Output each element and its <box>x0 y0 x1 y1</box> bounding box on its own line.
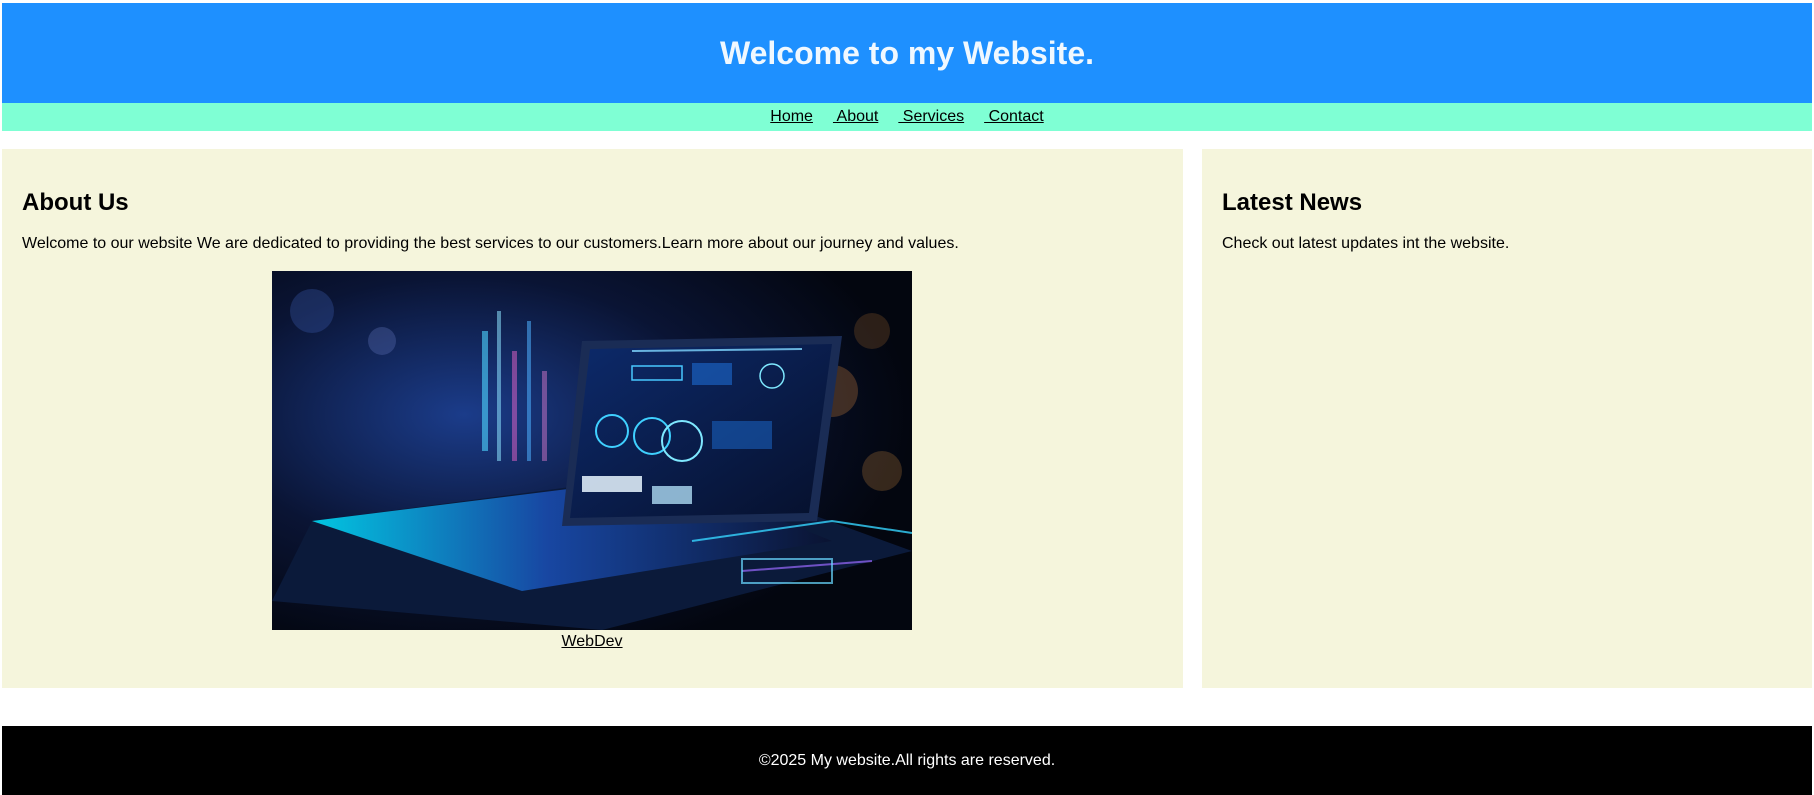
news-heading: Latest News <box>1222 189 1363 216</box>
site-header: Welcome to my Website. <box>2 3 1812 103</box>
about-section: About Us Welcome to our website We are d… <box>2 149 1183 688</box>
main-nav: Home About Services Contact <box>2 103 1812 131</box>
nav-link-contact[interactable]: Contact <box>984 108 1044 126</box>
news-section: Latest News Check out latest updates int… <box>1202 149 1812 688</box>
news-text: Check out latest updates int the website… <box>1222 235 1510 252</box>
site-footer: ©2025 My website.All rights are reserved… <box>2 726 1812 795</box>
about-text: Welcome to our website We are dedicated … <box>22 235 959 252</box>
site-title: Welcome to my Website. <box>719 34 1095 71</box>
nav-link-about[interactable]: About <box>833 108 879 126</box>
about-figure: WebDev <box>272 271 912 651</box>
about-heading: About Us <box>22 189 129 216</box>
nav-link-services[interactable]: Services <box>898 108 964 126</box>
nav-link-home[interactable]: Home <box>770 108 813 126</box>
webdev-link[interactable]: WebDev <box>561 633 622 651</box>
laptop-tech-image <box>272 271 912 630</box>
page: Welcome to my Website. Home About Servic… <box>0 0 1814 795</box>
footer-copyright: ©2025 My website.All rights are reserved… <box>758 751 1056 769</box>
